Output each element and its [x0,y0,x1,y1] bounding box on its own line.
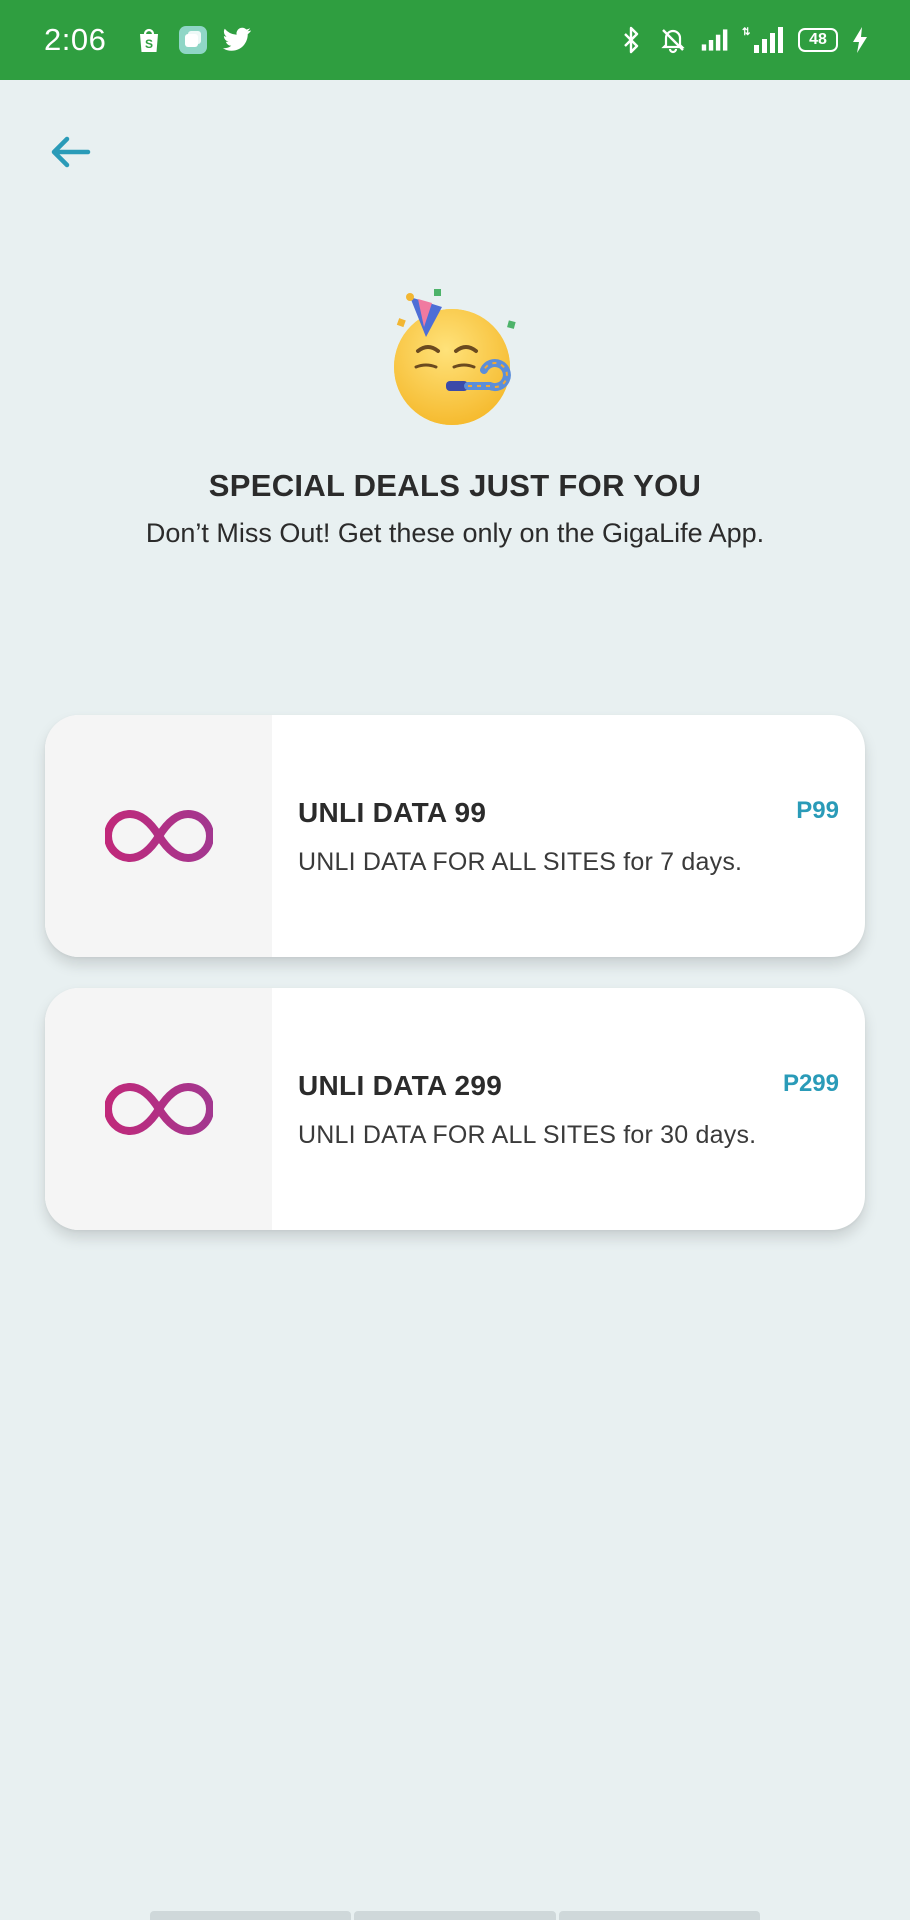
battery-level: 48 [798,28,838,52]
offer-price: P299 [782,1070,839,1097]
bluetooth-icon [616,25,646,55]
app-icon [178,25,208,55]
offer-body: UNLI DATA 99 UNLI DATA FOR ALL SITES for… [272,715,865,957]
svg-text:S: S [145,37,153,51]
offer-description: UNLI DATA FOR ALL SITES for 30 days. [298,1121,757,1149]
mute-bell-icon [658,25,688,55]
offer-icon-panel [45,715,272,957]
home-indicator-segment [558,1911,760,1920]
notification-icons: S [134,25,252,55]
page-subtitle: Don’t Miss Out! Get these only on the Gi… [145,518,765,548]
home-indicator-segment [150,1911,352,1920]
home-indicator[interactable] [150,1911,760,1920]
battery-icon: 48 [798,28,838,52]
infinity-icon [104,1082,213,1136]
4g-signal-icon: ⇅ 4G [742,25,786,55]
status-bar: 2:06 S ⇅ 4G 48 [0,0,910,80]
signal-icon [700,25,730,55]
charging-icon [850,25,870,55]
status-time: 2:06 [44,22,107,57]
infinity-icon [104,809,213,863]
offer-price: P99 [796,797,839,824]
offer-card-unli-data-99[interactable]: UNLI DATA 99 UNLI DATA FOR ALL SITES for… [45,715,865,957]
svg-text:⇅: ⇅ [742,27,751,38]
offer-description: UNLI DATA FOR ALL SITES for 7 days. [298,848,743,876]
offer-card-unli-data-299[interactable]: UNLI DATA 299 UNLI DATA FOR ALL SITES fo… [45,988,865,1230]
offer-body: UNLI DATA 299 UNLI DATA FOR ALL SITES fo… [272,988,865,1230]
offer-icon-panel [45,988,272,1230]
offer-title: UNLI DATA 99 [298,797,487,828]
arrow-left-icon [51,136,91,168]
offer-title: UNLI DATA 299 [298,1070,503,1101]
system-icons: ⇅ 4G 48 [616,25,870,55]
home-indicator-segment [354,1911,556,1920]
twitter-icon [222,25,252,55]
shopee-icon: S [134,25,164,55]
party-face-emoji [380,285,530,435]
back-button[interactable] [46,130,96,174]
page-title: SPECIAL DEALS JUST FOR YOU [208,468,702,503]
